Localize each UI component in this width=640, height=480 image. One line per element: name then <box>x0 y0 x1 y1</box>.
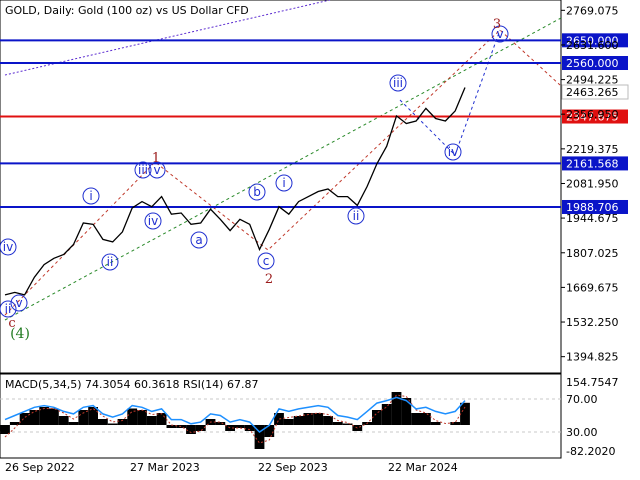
y-tick-label-4: 2219.375 <box>566 143 619 156</box>
wave-label-1: ii <box>5 302 12 316</box>
x-tick-label-0: 26 Sep 2022 <box>5 461 75 474</box>
macd-bar-10 <box>98 419 108 425</box>
wave-label-6: ii <box>107 255 114 269</box>
wave-label-15: i <box>282 176 285 190</box>
y-tick-label-9: 1532.250 <box>566 316 619 329</box>
y-tick-label-7: 1807.025 <box>566 247 619 260</box>
macd-bar-43 <box>421 413 431 425</box>
wave-label-14: 2 <box>265 272 273 287</box>
x-tick-label-2: 22 Sep 2023 <box>258 461 328 474</box>
price-panel <box>0 0 562 374</box>
macd-bar-38 <box>372 410 382 425</box>
time-axis: 26 Sep 2022 27 Mar 2023 22 Sep 2023 22 Mar … <box>5 461 458 474</box>
wave-label-11: a <box>195 233 202 247</box>
macd-bar-3 <box>29 410 40 425</box>
x-tick-label-1: 27 Mar 2023 <box>130 461 200 474</box>
indicator-tick-label-2: 30.00 <box>566 426 598 439</box>
macd-bar-29 <box>283 419 294 425</box>
macd-bar-44 <box>430 422 441 425</box>
macd-bar-7 <box>68 422 79 425</box>
chart-title: GOLD, Daily: Gold (100 oz) vs US Dollar … <box>5 4 249 17</box>
y-tick-label-0: 2769.075 <box>566 4 619 17</box>
level-label-1: 2560.000 <box>566 57 619 70</box>
macd-bar-33 <box>323 416 333 425</box>
y-tick-label-6: 1944.675 <box>566 212 619 225</box>
indicator-axis: 154.7547 70.00 30.00 -82.2020 <box>566 376 619 458</box>
indicator-tick-label-0: 154.7547 <box>566 376 619 389</box>
wave-label-10: iv <box>148 214 158 228</box>
macd-bar-5 <box>49 408 59 425</box>
macd-bar-22 <box>215 422 226 425</box>
macd-bar-6 <box>58 416 69 425</box>
wave-label-4: (4) <box>10 326 30 342</box>
indicator-title: MACD(5,34,5) 74.3054 60.3618 RSI(14) 67.… <box>5 378 258 391</box>
y-tick-label-10: 1394.825 <box>566 351 619 364</box>
current-price-marker: 2463.265 <box>561 84 629 100</box>
wave-label-5: i <box>89 189 92 203</box>
wave-label-9: 1 <box>152 151 160 166</box>
macd-bar-0 <box>0 425 10 434</box>
indicator-tick-label-1: 70.00 <box>566 393 598 406</box>
current-price-label: 2463.265 <box>566 86 619 99</box>
macd-bar-47 <box>460 402 470 425</box>
macd-bar-35 <box>342 423 353 425</box>
indicator-tick-label-3: -82.2020 <box>566 445 615 458</box>
wave-label-2: v <box>15 296 22 310</box>
macd-bar-13 <box>127 408 138 425</box>
macd-bar-2 <box>19 413 30 425</box>
macd-bar-41 <box>401 398 412 425</box>
wave-label-20: 3 <box>493 17 501 32</box>
y-tick-label-2: 2494.225 <box>566 74 619 87</box>
macd-bar-27 <box>264 425 275 437</box>
macd-bar-32 <box>313 413 324 425</box>
wave-label-12: b <box>253 185 261 199</box>
wave-label-7: iii <box>138 163 148 177</box>
macd-bar-16 <box>156 413 167 425</box>
wave-label-17: iii <box>393 76 403 90</box>
wave-label-0: iv <box>3 240 13 254</box>
y-tick-label-8: 1669.675 <box>566 281 619 294</box>
wave-label-18: iv <box>448 145 458 159</box>
macd-bar-14 <box>137 410 147 425</box>
macd-bar-18 <box>176 425 187 428</box>
macd-bar-8 <box>78 410 89 425</box>
level-label-3: 2161.568 <box>566 157 619 170</box>
y-tick-label-1: 2631.600 <box>566 39 619 52</box>
macd-bar-11 <box>107 423 118 425</box>
x-tick-label-3: 22 Mar 2024 <box>388 461 458 474</box>
y-tick-label-3: 2356.950 <box>566 108 619 121</box>
macd-bar-1 <box>9 422 20 425</box>
macd-bar-34 <box>332 422 343 425</box>
macd-bar-46 <box>450 422 461 425</box>
macd-bar-30 <box>293 416 304 425</box>
wave-label-16: ii <box>353 209 360 223</box>
macd-bar-15 <box>146 416 157 425</box>
macd-bar-39 <box>381 404 392 425</box>
macd-bar-42 <box>411 413 421 425</box>
chart: 2650.0002560.0002347.6752161.5681988.706… <box>0 0 629 474</box>
y-tick-label-5: 2081.950 <box>566 177 619 190</box>
wave-label-13: c <box>263 254 270 268</box>
